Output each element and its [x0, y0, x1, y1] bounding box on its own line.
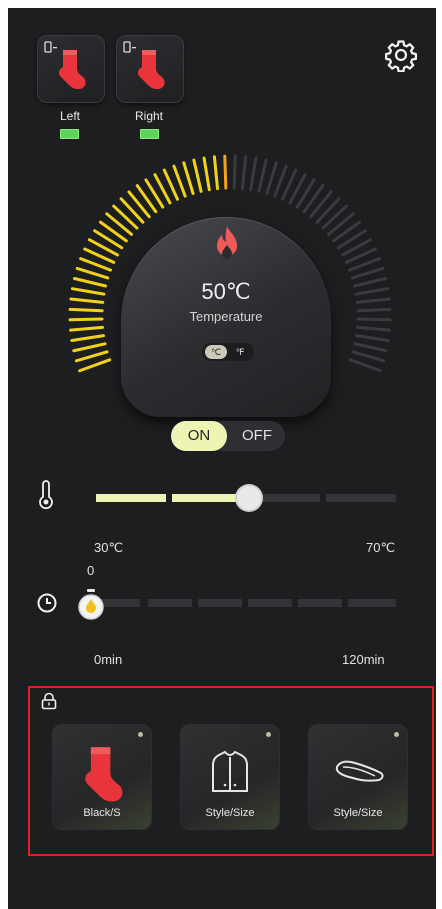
- accessory-label: Style/Size: [205, 807, 255, 819]
- dial-tick: [69, 297, 105, 304]
- dial-tick: [72, 276, 108, 288]
- insole-icon: [335, 760, 384, 782]
- status-dot: [266, 732, 271, 737]
- slider-fill: [172, 494, 244, 502]
- timer-value-label: 0: [87, 563, 95, 578]
- dial-tick: [354, 287, 390, 296]
- unit-celsius-button[interactable]: ℃: [205, 345, 227, 359]
- slider-segment: [254, 494, 320, 502]
- temperature-max-label: 70℃: [366, 540, 396, 555]
- dial-tick: [321, 204, 348, 230]
- dial-tick: [348, 358, 382, 373]
- unit-toggle[interactable]: ℃ ℉: [202, 343, 254, 361]
- dial-tick: [240, 155, 248, 191]
- dial-tick: [232, 154, 237, 190]
- slider-segment: [298, 599, 342, 607]
- dial-tick: [192, 158, 203, 193]
- temperature-slider-thumb[interactable]: [237, 486, 261, 510]
- dial-tick: [74, 350, 109, 363]
- accessory-label: Black/S: [83, 807, 121, 819]
- vest-icon: [212, 750, 248, 792]
- dial-tick: [72, 342, 107, 353]
- device-left-button[interactable]: [37, 35, 105, 103]
- dial-tick: [223, 154, 228, 190]
- status-dot: [138, 732, 143, 737]
- accessory-label: Style/Size: [333, 807, 383, 819]
- dial-tick: [75, 266, 110, 280]
- battery-left-icon: [60, 129, 79, 139]
- dial-tick: [315, 197, 341, 224]
- dial-tick: [68, 307, 104, 313]
- dial-tick: [68, 317, 104, 322]
- accessory-vest-button[interactable]: Style/Size: [180, 724, 280, 830]
- thermometer-icon: [39, 480, 53, 510]
- dial-tick: [112, 204, 139, 230]
- slider-segment: [348, 599, 396, 607]
- temperature-min-label: 30℃: [94, 540, 124, 555]
- dial-tick: [265, 161, 278, 195]
- device-right-button[interactable]: [116, 35, 184, 103]
- dial-tick: [355, 297, 391, 304]
- flame-icon: [217, 226, 237, 259]
- sock-icon: [58, 50, 86, 90]
- dial-tick: [70, 287, 106, 296]
- temperature-value: 50℃: [201, 279, 251, 304]
- accessory-insole-button[interactable]: Style/Size: [308, 724, 408, 830]
- dial-tick: [356, 317, 392, 322]
- dial-tick: [69, 325, 105, 332]
- temperature-label: Temperature: [189, 309, 263, 324]
- dial-tick: [78, 358, 112, 373]
- dial-tick: [70, 334, 106, 343]
- dial-tick: [202, 156, 211, 192]
- dial-tick: [355, 325, 391, 332]
- timer-min-label: 0min: [94, 652, 123, 667]
- slider-fill: [96, 494, 166, 502]
- device-right-label: Right: [134, 109, 163, 123]
- dial-tick: [182, 161, 195, 195]
- sock-icon: [85, 747, 123, 802]
- clock-icon: [37, 593, 57, 613]
- dial-tick: [353, 342, 388, 353]
- power-on-button[interactable]: ON: [171, 421, 227, 451]
- unit-fahrenheit-button[interactable]: ℉: [229, 345, 251, 359]
- status-dot: [394, 732, 399, 737]
- lock-icon: [41, 692, 57, 710]
- dial-tick: [257, 158, 268, 193]
- power-off-button[interactable]: OFF: [229, 421, 285, 451]
- app-screen: Left Right 50℃ Temperature ℃ ℉ ON OFF 30…: [8, 8, 436, 909]
- power-toggle[interactable]: ON OFF: [171, 421, 285, 451]
- dial-tick: [352, 276, 388, 288]
- slider-segment: [248, 599, 292, 607]
- device-left-label: Left: [59, 109, 80, 123]
- dial-tick: [249, 156, 258, 192]
- battery-right-icon: [140, 129, 159, 139]
- dial-tick: [212, 155, 220, 191]
- dial-tick: [350, 266, 385, 280]
- dial-tick: [354, 334, 390, 343]
- slider-segment: [100, 599, 140, 607]
- accessory-socks-button[interactable]: Black/S: [52, 724, 152, 830]
- gear-icon[interactable]: [384, 38, 418, 72]
- dial-tick: [351, 350, 386, 363]
- slider-segment: [198, 599, 242, 607]
- slider-segment: [326, 494, 396, 502]
- dial-tick: [356, 307, 392, 313]
- timer-max-label: 120min: [342, 652, 385, 667]
- slider-segment: [148, 599, 192, 607]
- stopwatch-thumb-icon[interactable]: [76, 588, 106, 622]
- sock-icon: [137, 50, 165, 90]
- dial-tick: [119, 197, 145, 224]
- temperature-knob: 50℃ Temperature ℃ ℉: [121, 217, 331, 417]
